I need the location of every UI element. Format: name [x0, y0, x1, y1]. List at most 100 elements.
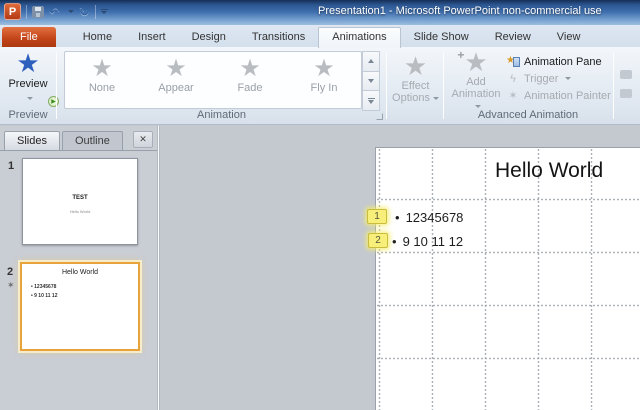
add-animation-label-line1: Add — [450, 76, 502, 88]
star-icon: ★ — [313, 56, 335, 81]
ribbon: ★ ▶ Preview Preview ★ None ★ Appear ★ — [0, 47, 640, 125]
trigger-button[interactable]: ϟ Trigger — [506, 70, 611, 87]
effect-options-dropdown-icon — [433, 97, 439, 100]
title-bar: P ↶ ↻ Presentation1 - Microsoft PowerPoi… — [0, 0, 640, 25]
slide-title-text[interactable]: Hello World — [495, 159, 603, 183]
slide-2-thumb-title: Hello World — [22, 269, 138, 276]
slide-bullet-2-text: 9 10 11 12 — [403, 234, 463, 249]
undo-icon[interactable]: ↶ — [49, 5, 60, 18]
slide-2-thumb-bullet-1: • 12345678 — [31, 284, 56, 290]
quick-access-toolbar: P ↶ ↻ — [4, 3, 108, 20]
tab-review[interactable]: Review — [482, 27, 544, 47]
slide-editor-area: Hello World 1 2 •12345678 •9 10 11 12 — [161, 126, 640, 410]
trigger-dropdown-icon — [565, 77, 571, 80]
group-preview: ★ ▶ Preview Preview — [0, 47, 56, 124]
tab-slide-show[interactable]: Slide Show — [401, 27, 482, 47]
star-icon: ★ — [165, 56, 187, 81]
slide-1-thumb-title: TEST — [23, 195, 137, 201]
add-animation-label-line2: Animation — [452, 88, 501, 100]
cutoff-icon — [620, 89, 632, 98]
add-animation-dropdown-icon — [475, 105, 481, 108]
slide-1-thumb-body: Hello World — [23, 209, 137, 214]
trigger-lightning-icon: ϟ — [506, 73, 520, 85]
undo-dropdown-icon[interactable] — [68, 10, 74, 13]
slide-2-thumb-bullet-2: • 9 10 11 12 — [31, 293, 58, 299]
tab-home[interactable]: Home — [70, 27, 125, 47]
star-icon: ★ — [239, 56, 261, 81]
animation-painter-label: Animation Painter — [524, 90, 611, 102]
save-icon[interactable] — [32, 6, 44, 18]
qat-separator — [95, 5, 96, 19]
tab-insert[interactable]: Insert — [125, 27, 179, 47]
slide-2-animation-star-icon[interactable]: ✶ — [7, 280, 15, 291]
slide-2-thumbnail[interactable]: Hello World • 12345678 • 9 10 11 12 — [20, 262, 140, 351]
plus-icon: + — [457, 48, 464, 62]
animation-gallery: ★ None ★ Appear ★ Fade ★ Fly In — [64, 51, 362, 109]
more-icon — [368, 98, 375, 104]
group-divider — [613, 52, 614, 119]
animation-appear[interactable]: ★ Appear — [139, 52, 213, 108]
animation-dialog-launcher-icon[interactable] — [376, 113, 383, 120]
close-panel-button[interactable]: ✕ — [133, 131, 153, 148]
bullet-icon: • — [392, 234, 397, 249]
animation-fly-in[interactable]: ★ Fly In — [287, 52, 361, 108]
preview-star-icon: ★ — [16, 50, 39, 76]
star-icon: ★ — [464, 47, 487, 77]
add-animation-button[interactable]: + ★ Add Animation — [450, 50, 502, 112]
close-icon: ✕ — [139, 134, 147, 145]
animation-fade[interactable]: ★ Fade — [213, 52, 287, 108]
customize-qat-arrow — [101, 11, 107, 14]
animation-pane-button[interactable]: Animation Pane — [506, 53, 611, 70]
gallery-scroll-down-button[interactable] — [362, 72, 380, 92]
slide-bullet-2[interactable]: • 9 10 11 12 — [392, 234, 463, 249]
slide-bullet-1-text: 12345678 — [406, 210, 464, 225]
slide-1-thumbnail[interactable]: TEST Hello World — [22, 158, 138, 245]
animation-none[interactable]: ★ None — [65, 52, 139, 108]
slide-canvas[interactable]: Hello World 1 2 •12345678 •9 10 11 12 — [375, 147, 640, 410]
animation-fade-label: Fade — [237, 82, 262, 94]
up-arrow-icon — [368, 59, 374, 63]
panel-tab-strip: Slides Outline ✕ — [0, 130, 157, 151]
bullet-icon: • — [395, 210, 400, 225]
trigger-label: Trigger — [524, 73, 558, 85]
gallery-scroll-up-button[interactable] — [362, 51, 380, 72]
effect-options-star-icon: ★ — [388, 53, 443, 80]
animation-painter-icon: ✶ — [506, 89, 520, 102]
tab-outline[interactable]: Outline — [62, 131, 123, 150]
group-animation: ★ None ★ Appear ★ Fade ★ Fly In — [57, 47, 386, 124]
tab-transitions[interactable]: Transitions — [239, 27, 318, 47]
slides-panel: Slides Outline ✕ 1 TEST Hello World 2 ✶ … — [0, 126, 157, 410]
slide-bullet-1[interactable]: • 12345678 — [395, 210, 463, 225]
panel-splitter[interactable] — [157, 126, 160, 410]
gallery-scrollbar — [362, 51, 380, 111]
animation-fly-in-label: Fly In — [311, 82, 338, 94]
animation-painter-button[interactable]: ✶ Animation Painter — [506, 87, 611, 104]
more-icon-arrow — [368, 100, 374, 104]
preview-button[interactable]: ★ ▶ Preview — [3, 50, 53, 106]
tab-file[interactable]: File — [2, 27, 56, 47]
redo-icon[interactable]: ↻ — [79, 5, 90, 18]
animation-none-label: None — [89, 82, 115, 94]
customize-qat-bar — [101, 9, 108, 10]
animation-pane-icon — [506, 55, 520, 68]
customize-qat-icon[interactable] — [101, 9, 108, 14]
content-area: Slides Outline ✕ 1 TEST Hello World 2 ✶ … — [0, 126, 640, 410]
window-title: Presentation1 - Microsoft PowerPoint non… — [318, 5, 602, 17]
tab-slides-thumbnails[interactable]: Slides — [4, 131, 60, 150]
group-divider — [386, 52, 387, 119]
tab-view[interactable]: View — [544, 27, 594, 47]
animation-order-tag-1[interactable]: 1 — [367, 209, 387, 224]
more-icon-bar — [368, 98, 375, 99]
powerpoint-window: P ↶ ↻ Presentation1 - Microsoft PowerPoi… — [0, 0, 640, 410]
cutoff-icon — [620, 70, 632, 79]
preview-dropdown-icon — [27, 97, 33, 100]
tab-animations[interactable]: Animations — [318, 27, 400, 48]
animation-order-tag-2[interactable]: 2 — [368, 233, 388, 248]
effect-options-label-line2: Options — [392, 92, 430, 104]
advanced-animation-rows: Animation Pane ϟ Trigger ✶ Animation Pai… — [506, 53, 611, 104]
effect-options-button[interactable]: ★ Effect Options — [388, 47, 443, 124]
preview-button-label: Preview — [3, 78, 53, 90]
down-arrow-icon — [368, 79, 374, 83]
powerpoint-app-icon[interactable]: P — [4, 3, 21, 20]
tab-design[interactable]: Design — [179, 27, 239, 47]
